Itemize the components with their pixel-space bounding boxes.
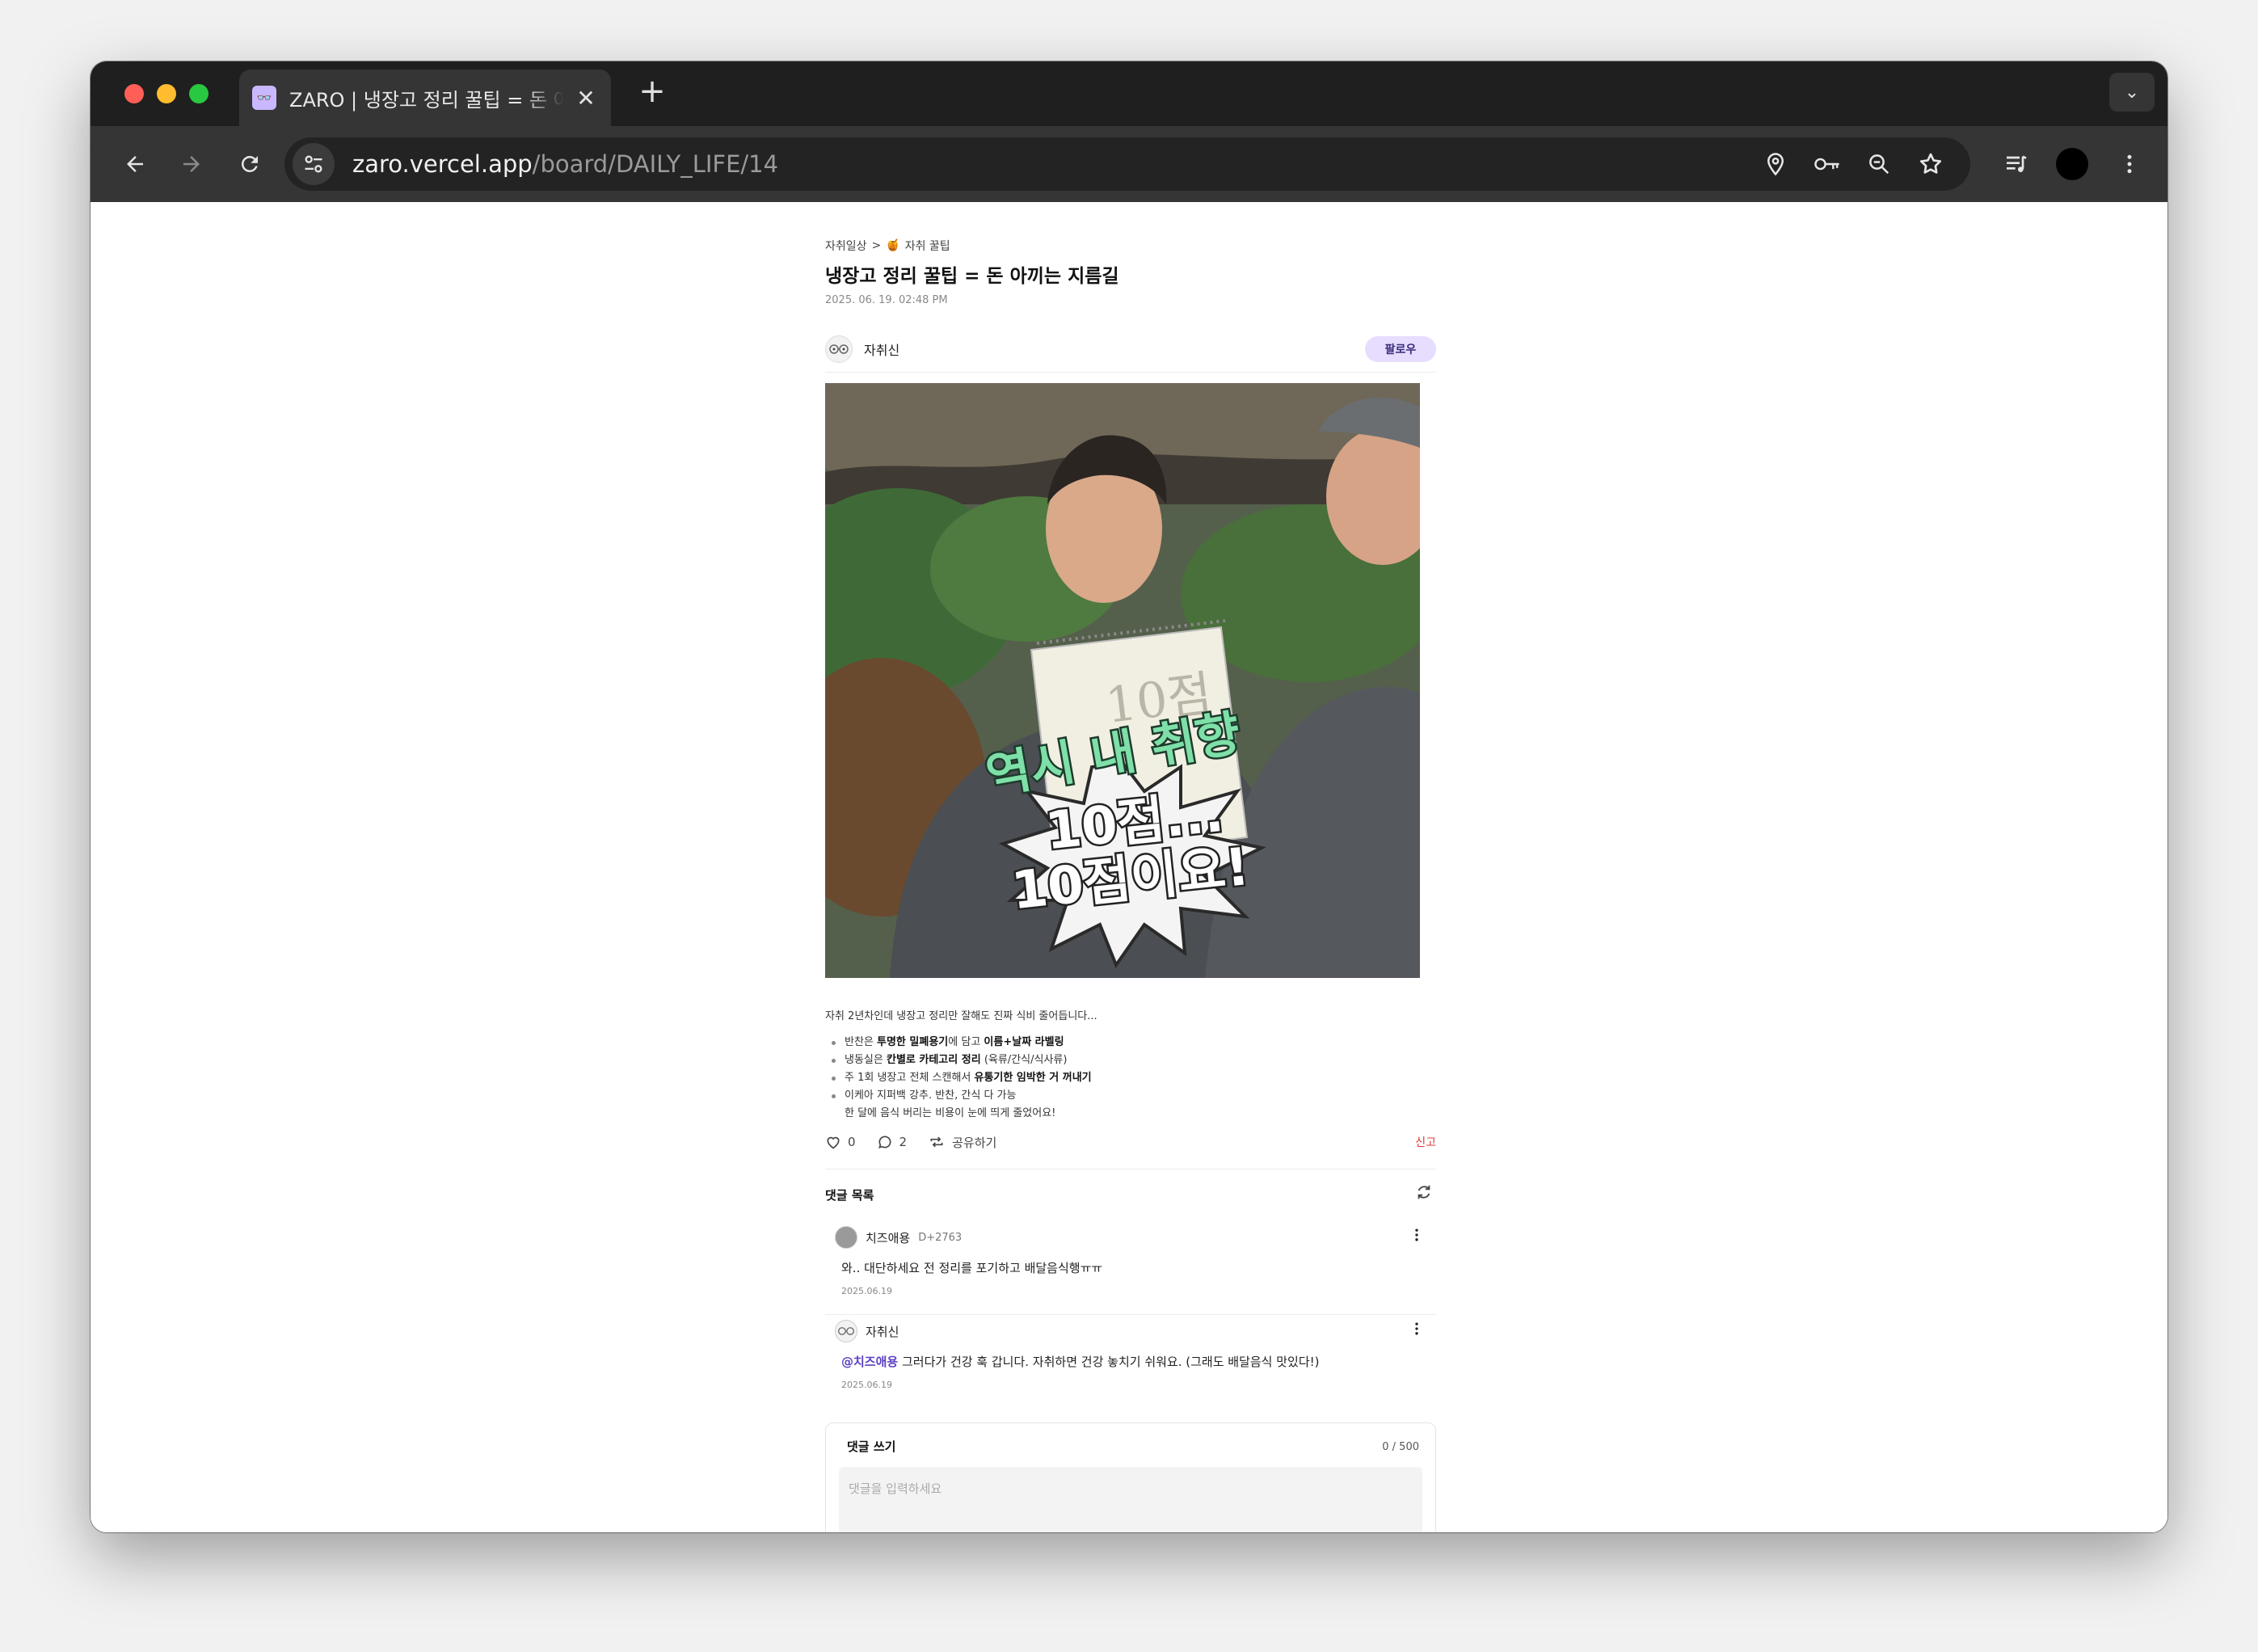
comment-date: 2025.06.19 — [841, 1286, 892, 1296]
comment-author[interactable]: 자취신 — [866, 1323, 899, 1340]
maximize-window-button[interactable] — [189, 84, 209, 103]
browser-window: 👓 ZARO | 냉장고 정리 꿀팁 = 돈 아끼는 지름길 ✕ + ⌄ zar… — [91, 61, 2167, 1532]
browser-menu-button[interactable] — [2111, 145, 2148, 183]
back-button[interactable] — [115, 144, 155, 184]
tab-close-icon[interactable]: ✕ — [574, 85, 598, 112]
breadcrumb: 자취일상 > 🍯 자취 꿀팁 — [825, 238, 950, 254]
tab-bar: 👓 ZARO | 냉장고 정리 꿀팁 = 돈 아끼는 지름길 ✕ + ⌄ — [91, 61, 2167, 126]
tab-active[interactable]: 👓 ZARO | 냉장고 정리 꿀팁 = 돈 아끼는 지름길 ✕ — [239, 70, 611, 126]
star-icon — [1919, 153, 1942, 174]
avatar[interactable] — [835, 1320, 857, 1342]
list-item: 반찬은 투명한 밀폐용기에 담고 이름+날짜 라벨링 — [825, 1034, 1436, 1051]
comment-text: 와.. 대단하세요 전 정리를 포기하고 배달음식행ㅠㅠ — [841, 1261, 1103, 1275]
forward-button[interactable] — [171, 144, 212, 184]
glasses-face-icon — [838, 1327, 854, 1335]
location-pin-icon — [1767, 153, 1784, 176]
post-body: 자취 2년차인데 냉장고 정리만 잘해도 진짜 식비 줄어듭니다... 반찬은 … — [825, 1007, 1436, 1123]
new-tab-button[interactable]: + — [632, 73, 672, 110]
address-bar[interactable]: zaro.vercel.app/board/DAILY_LIFE/14 — [284, 137, 1970, 191]
like-button[interactable]: 0 — [825, 1134, 856, 1150]
comment-item: 치즈애용 D+2763 와.. 대단하세요 전 정리를 포기하고 배달음식행ㅠㅠ… — [835, 1225, 1426, 1296]
comments-header: 댓글 목록 — [825, 1178, 1436, 1211]
url-host: zaro.vercel.app — [352, 150, 533, 178]
location-button[interactable] — [1757, 145, 1794, 183]
post-date: 2025. 06. 19. 02:48 PM — [825, 294, 948, 306]
bookmark-button[interactable] — [1912, 145, 1949, 183]
list-item: 냉동실은 칸별로 카테고리 정리 (육류/간식/식사류) — [825, 1051, 1436, 1069]
password-button[interactable] — [1809, 145, 1846, 183]
tab-search-button[interactable]: ⌄ — [2109, 73, 2155, 112]
author-name[interactable]: 자취신 — [864, 339, 899, 359]
post-image-illustration: 10점 역시 내 취향 10점... 10점이요! — [825, 383, 1420, 978]
comment-count: 2 — [899, 1135, 908, 1149]
comment-dday: D+2763 — [918, 1231, 963, 1244]
key-icon — [1814, 158, 1839, 171]
post-image[interactable]: 10점 역시 내 취향 10점... 10점이요! — [825, 383, 1420, 978]
zoom-out-icon — [1869, 154, 1889, 175]
post-extra-line: 한 달에 음식 버리는 비용이 눈에 띄게 줄었어요! — [845, 1107, 1056, 1119]
page-viewport: 자취일상 > 🍯 자취 꿀팁 냉장고 정리 꿀팁 = 돈 아끼는 지름길 202… — [91, 202, 2167, 1532]
url-path: /board/DAILY_LIFE/14 — [532, 150, 779, 178]
comment-text: @치즈애용 그러다가 건강 훅 갑니다. 자취하면 건강 놓치기 쉬워요. (그… — [841, 1355, 1320, 1369]
heart-icon — [827, 1136, 840, 1149]
reload-button[interactable] — [230, 144, 270, 184]
comments-title: 댓글 목록 — [825, 1187, 874, 1203]
list-item: 이케아 지퍼백 강추. 반찬, 간식 다 가능 — [825, 1087, 1436, 1105]
tune-icon — [305, 155, 322, 173]
favicon-icon: 👓 — [252, 86, 276, 110]
site-info-button[interactable] — [293, 143, 335, 185]
reload-icon — [241, 155, 258, 172]
repost-icon — [930, 1136, 943, 1148]
comment-date: 2025.06.19 — [841, 1380, 892, 1390]
breadcrumb-separator-icon: > — [871, 239, 882, 252]
breadcrumb-category[interactable]: 자취 꿀팁 — [905, 238, 950, 254]
comment-more-button[interactable] — [1407, 1227, 1426, 1248]
divider — [825, 1314, 1436, 1315]
post-actions: 0 2 공유하기 신고 — [825, 1130, 1436, 1154]
media-controls-icon — [2007, 155, 2027, 172]
comment-char-count: 0 / 500 — [1382, 1441, 1419, 1453]
kebab-menu-icon — [1415, 1228, 1418, 1241]
honey-icon: 🍯 — [886, 239, 900, 252]
kebab-menu-icon — [2127, 154, 2132, 174]
post-intro: 자취 2년차인데 냉장고 정리만 잘해도 진짜 식비 줄어듭니다... — [825, 1010, 1097, 1022]
media-controls-button[interactable] — [1998, 145, 2035, 183]
like-count: 0 — [848, 1135, 856, 1149]
comment-item: 자취신 @치즈애용 그러다가 건강 훅 갑니다. 자취하면 건강 놓치기 쉬워요… — [835, 1319, 1426, 1390]
author-row: 자취신 팔로우 — [825, 331, 1436, 367]
tab-title: ZARO | 냉장고 정리 꿀팁 = 돈 아끼는 지름길 — [289, 88, 564, 112]
comment-author[interactable]: 치즈애용 — [866, 1229, 910, 1246]
comment-mention[interactable]: @치즈애용 — [841, 1355, 898, 1369]
minimize-window-button[interactable] — [157, 84, 176, 103]
forward-arrow-icon — [183, 156, 200, 172]
list-item: 주 1회 냉장고 전체 스캔해서 유통기한 임박한 거 꺼내기 — [825, 1069, 1436, 1087]
back-arrow-icon — [127, 156, 143, 172]
comment-input[interactable] — [839, 1467, 1422, 1532]
comment-bubble-icon — [878, 1136, 891, 1148]
breadcrumb-board[interactable]: 자취일상 — [825, 238, 867, 254]
comment-button[interactable]: 2 — [877, 1134, 908, 1150]
page-title: 냉장고 정리 꿀팁 = 돈 아끼는 지름길 — [825, 266, 1119, 287]
zoom-button[interactable] — [1860, 145, 1898, 183]
avatar[interactable] — [825, 335, 853, 363]
avatar[interactable] — [835, 1226, 857, 1249]
follow-button[interactable]: 팔로우 — [1365, 336, 1436, 362]
comment-more-button[interactable] — [1407, 1321, 1426, 1342]
report-button[interactable]: 신고 — [1415, 1134, 1436, 1150]
url-text[interactable]: zaro.vercel.app/board/DAILY_LIFE/14 — [352, 137, 778, 191]
profile-avatar[interactable] — [2056, 148, 2088, 180]
glasses-face-icon — [829, 344, 849, 354]
post-list: 반찬은 투명한 밀폐용기에 담고 이름+날짜 라벨링 냉동실은 칸별로 카테고리… — [825, 1034, 1436, 1105]
comment-write-box: 댓글 쓰기 0 / 500 — [825, 1422, 1436, 1532]
close-window-button[interactable] — [124, 84, 144, 103]
kebab-menu-icon — [1415, 1322, 1418, 1335]
refresh-icon — [1418, 1185, 1430, 1199]
share-button[interactable]: 공유하기 — [928, 1134, 996, 1151]
share-label: 공유하기 — [952, 1135, 997, 1150]
refresh-button[interactable] — [1412, 1183, 1436, 1206]
browser-toolbar: zaro.vercel.app/board/DAILY_LIFE/14 — [91, 126, 2167, 202]
divider — [825, 372, 1436, 373]
comment-write-title: 댓글 쓰기 — [847, 1439, 896, 1454]
